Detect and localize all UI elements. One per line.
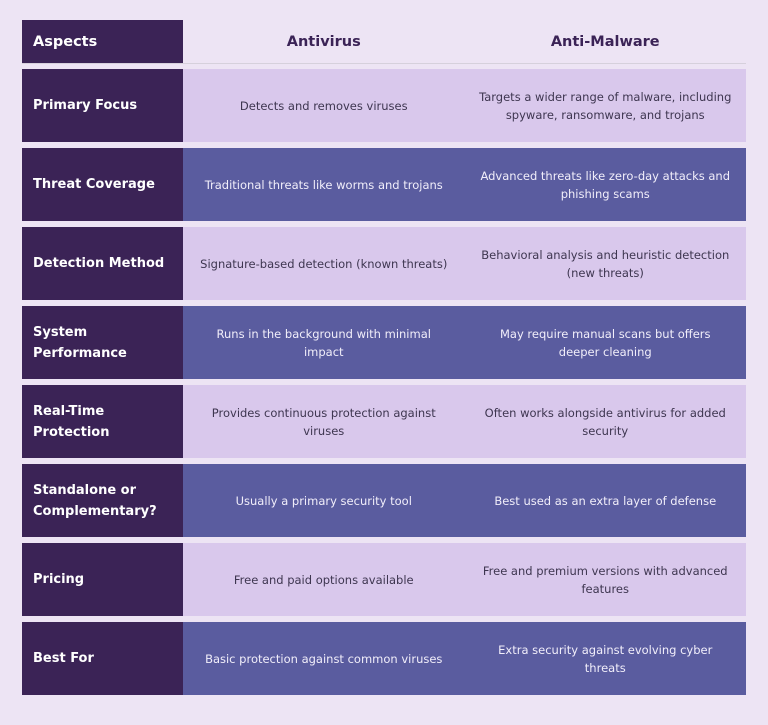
antivirus-cell: Usually a primary security tool	[183, 464, 465, 537]
anti-malware-cell: Best used as an extra layer of defense	[464, 464, 746, 537]
row-aspect: Pricing	[22, 543, 183, 616]
comparison-table: Aspects Antivirus Anti-Malware Primary F…	[22, 20, 746, 701]
anti-malware-cell: Advanced threats like zero-day attacks a…	[464, 148, 746, 221]
table-row: System Performance Runs in the backgroun…	[22, 306, 746, 379]
antivirus-cell: Provides continuous protection against v…	[183, 385, 465, 458]
anti-malware-cell: Often works alongside antivirus for adde…	[464, 385, 746, 458]
anti-malware-cell: May require manual scans but offers deep…	[464, 306, 746, 379]
anti-malware-cell: Behavioral analysis and heuristic detect…	[464, 227, 746, 300]
anti-malware-cell: Targets a wider range of malware, includ…	[464, 69, 746, 142]
antivirus-cell: Basic protection against common viruses	[183, 622, 465, 695]
row-aspect: Standalone or Complementary?	[22, 464, 183, 537]
table-row: Standalone or Complementary? Usually a p…	[22, 464, 746, 537]
anti-malware-cell: Free and premium versions with advanced …	[464, 543, 746, 616]
header-antivirus: Antivirus	[286, 33, 361, 50]
table-row: Pricing Free and paid options available …	[22, 543, 746, 616]
table-row: Threat Coverage Traditional threats like…	[22, 148, 746, 221]
header-aspects: Aspects	[22, 20, 183, 63]
antivirus-cell: Free and paid options available	[183, 543, 465, 616]
antivirus-cell: Runs in the background with minimal impa…	[183, 306, 465, 379]
table-row: Best For Basic protection against common…	[22, 622, 746, 695]
table-row: Real-Time Protection Provides continuous…	[22, 385, 746, 458]
antivirus-cell: Traditional threats like worms and troja…	[183, 148, 465, 221]
table-row: Detection Method Signature-based detecti…	[22, 227, 746, 300]
row-aspect: System Performance	[22, 306, 183, 379]
table-header-row: Aspects Antivirus Anti-Malware	[22, 20, 746, 64]
row-aspect: Detection Method	[22, 227, 183, 300]
row-aspect: Threat Coverage	[22, 148, 183, 221]
antivirus-cell: Detects and removes viruses	[183, 69, 465, 142]
row-aspect: Real-Time Protection	[22, 385, 183, 458]
table-row: Primary Focus Detects and removes viruse…	[22, 69, 746, 142]
row-aspect: Best For	[22, 622, 183, 695]
antivirus-cell: Signature-based detection (known threats…	[183, 227, 465, 300]
row-aspect: Primary Focus	[22, 69, 183, 142]
anti-malware-cell: Extra security against evolving cyber th…	[464, 622, 746, 695]
header-anti-malware: Anti-Malware	[550, 33, 660, 50]
